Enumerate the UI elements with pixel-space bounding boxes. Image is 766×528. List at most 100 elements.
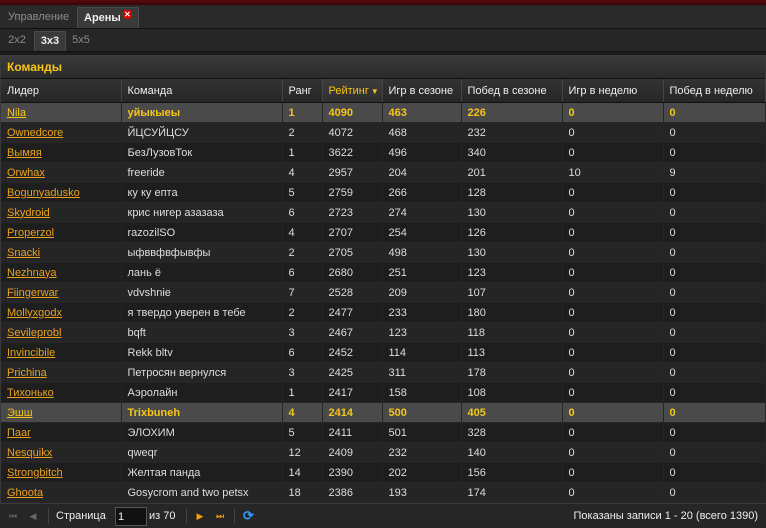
leader-link[interactable]: Эшш [7, 407, 33, 419]
col-rating[interactable]: Рейтинг ▼ [322, 79, 383, 103]
pager: ⏮ ◀ Страница из 70 ▶ ⏭ ⟳ Показаны записи… [0, 503, 766, 528]
col-season-wins[interactable]: Побед в сезоне [461, 79, 563, 103]
leader-link[interactable]: Snacki [7, 247, 40, 259]
table-row[interactable]: Mollyxgodx я твердо уверен в тебе 2 2477 233… [1, 302, 766, 323]
table-row[interactable]: Snacki ыфввфвфывфы 2 2705 498 130 0 0 [1, 242, 766, 263]
table-row[interactable]: Invincibile Rekk bltv 6 2452 114 113 0 0 [1, 342, 766, 363]
leader-link[interactable]: Mollyxgodx [7, 307, 62, 319]
table-row[interactable]: Nila уйыкыеы 1 4090 463 226 0 0 [1, 102, 766, 123]
cell-rank: 2 [282, 302, 323, 323]
cell-rating: 2409 [322, 442, 383, 463]
col-team[interactable]: Команда [121, 79, 283, 103]
cell-leader: Fiingerwar [1, 282, 122, 303]
cell-week-wins: 0 [663, 102, 766, 123]
leader-link[interactable]: Prichina [7, 367, 47, 379]
cell-team: Аэролайн [121, 382, 283, 403]
cell-week-wins: 0 [663, 302, 766, 323]
cell-rank: 6 [282, 202, 323, 223]
col-week-games[interactable]: Игр в неделю [562, 79, 664, 103]
leader-link[interactable]: Properzol [7, 227, 54, 239]
cell-rank: 5 [282, 182, 323, 203]
cell-rating: 2707 [322, 222, 383, 243]
leader-link[interactable]: Orwhax [7, 167, 45, 179]
cell-season-games: 274 [382, 202, 462, 223]
leader-link[interactable]: Strongbitch [7, 467, 63, 479]
cell-season-games: 123 [382, 322, 462, 343]
table-row[interactable]: Паar ЭЛОХИМ 5 2411 501 328 0 0 [1, 422, 766, 443]
subtab-2x2[interactable]: 2x2 [2, 31, 32, 50]
table-row[interactable]: Ownedcore ЙЦСУЙЦСУ 2 4072 468 232 0 0 [1, 122, 766, 143]
table-row[interactable]: Вымяя БезЛузовТок 1 3622 496 340 0 0 [1, 142, 766, 163]
leader-link[interactable]: Ownedcore [7, 127, 63, 139]
tab-arenas[interactable]: Арены ✕ [77, 7, 139, 28]
cell-rank: 12 [282, 442, 323, 463]
leader-link[interactable]: Fiingerwar [7, 287, 58, 299]
leader-link[interactable]: Nezhnaya [7, 267, 57, 279]
header-row: Лидер Команда Ранг Рейтинг ▼ Игр в сезоне… [1, 79, 766, 103]
table-row[interactable]: Skydroid крис нигер азазаза 6 2723 274 130 0 0 [1, 202, 766, 223]
table-row[interactable]: Strongbitch Желтая панда 14 2390 202 156 0 0 [1, 462, 766, 483]
table-row[interactable]: Fiingerwar vdvshnie 7 2528 209 107 0 0 [1, 282, 766, 303]
cell-season-games: 463 [382, 102, 462, 123]
cell-week-games: 0 [562, 322, 664, 343]
table-row[interactable]: Sevileprobl bqft 3 2467 123 118 0 0 [1, 322, 766, 343]
leader-link[interactable]: Invincibile [7, 347, 55, 359]
close-icon[interactable]: ✕ [122, 10, 132, 19]
prev-page-icon[interactable]: ◀ [26, 509, 40, 523]
leader-link[interactable]: Skydroid [7, 207, 50, 219]
table-row[interactable]: Nesquikx qweqr 12 2409 232 140 0 0 [1, 442, 766, 463]
table-row[interactable]: Orwhax freeride 4 2957 204 201 10 9 [1, 162, 766, 183]
table-row[interactable]: Nezhnaya лань ё 6 2680 251 123 0 0 [1, 262, 766, 283]
cell-rating: 3622 [322, 142, 383, 163]
cell-season-wins: 328 [461, 422, 563, 443]
cell-rating: 2425 [322, 362, 383, 383]
cell-week-wins: 9 [663, 162, 766, 183]
cell-season-games: 498 [382, 242, 462, 263]
cell-leader: Properzol [1, 222, 122, 243]
leader-link[interactable]: Nila [7, 107, 26, 119]
next-page-icon[interactable]: ▶ [193, 509, 207, 523]
subtab-5x5[interactable]: 5x5 [66, 31, 96, 50]
cell-leader: Nezhnaya [1, 262, 122, 283]
leader-link[interactable]: Sevileprobl [7, 327, 61, 339]
col-season-games[interactable]: Игр в сезоне [382, 79, 462, 103]
cell-season-wins: 140 [461, 442, 563, 463]
cell-season-games: 232 [382, 442, 462, 463]
leader-link[interactable]: Вымяя [7, 147, 42, 159]
refresh-icon[interactable]: ⟳ [243, 508, 254, 524]
leader-link[interactable]: Nesquikx [7, 447, 52, 459]
leader-link[interactable]: Тихонько [7, 387, 54, 399]
subtab-3x3[interactable]: 3x3 [34, 31, 66, 51]
table-row[interactable]: Prichina Петросян вернулся 3 2425 311 178 0 0 [1, 362, 766, 383]
last-page-icon[interactable]: ⏭ [213, 509, 227, 523]
cell-leader: Prichina [1, 362, 122, 383]
first-page-icon[interactable]: ⏮ [6, 509, 20, 523]
cell-rating: 2759 [322, 182, 383, 203]
leader-link[interactable]: Паar [7, 427, 31, 439]
cell-season-games: 500 [382, 402, 462, 423]
cell-week-wins: 0 [663, 462, 766, 483]
table-row[interactable]: Эшш Trixbuneh 4 2414 500 405 0 0 [1, 402, 766, 423]
cell-season-wins: 156 [461, 462, 563, 483]
cell-leader: Вымяя [1, 142, 122, 163]
bracket-tabs: 2x2 3x3 5x5 [0, 29, 766, 52]
cell-season-wins: 130 [461, 202, 563, 223]
table-row[interactable]: Ghoota Gosycrom and two petsx 18 2386 193 174… [1, 482, 766, 503]
cell-season-games: 209 [382, 282, 462, 303]
leader-link[interactable]: Bogunyadusko [7, 187, 80, 199]
tab-management[interactable]: Управление [2, 7, 75, 27]
cell-leader: Strongbitch [1, 462, 122, 483]
col-rank[interactable]: Ранг [282, 79, 323, 103]
page-input[interactable] [115, 507, 147, 526]
table-row[interactable]: Тихонько Аэролайн 1 2417 158 108 0 0 [1, 382, 766, 403]
cell-leader: Orwhax [1, 162, 122, 183]
leader-link[interactable]: Ghoota [7, 487, 43, 499]
cell-rank: 14 [282, 462, 323, 483]
table-row[interactable]: Bogunyadusko ку ку епта 5 2759 266 128 0 0 [1, 182, 766, 203]
table-row[interactable]: Properzol razozilSO 4 2707 254 126 0 0 [1, 222, 766, 243]
cell-week-wins: 0 [663, 402, 766, 423]
teams-table: Лидер Команда Ранг Рейтинг ▼ Игр в сезоне… [1, 79, 766, 503]
col-leader[interactable]: Лидер [1, 79, 122, 103]
cell-season-wins: 123 [461, 262, 563, 283]
col-week-wins[interactable]: Побед в неделю [663, 79, 766, 103]
